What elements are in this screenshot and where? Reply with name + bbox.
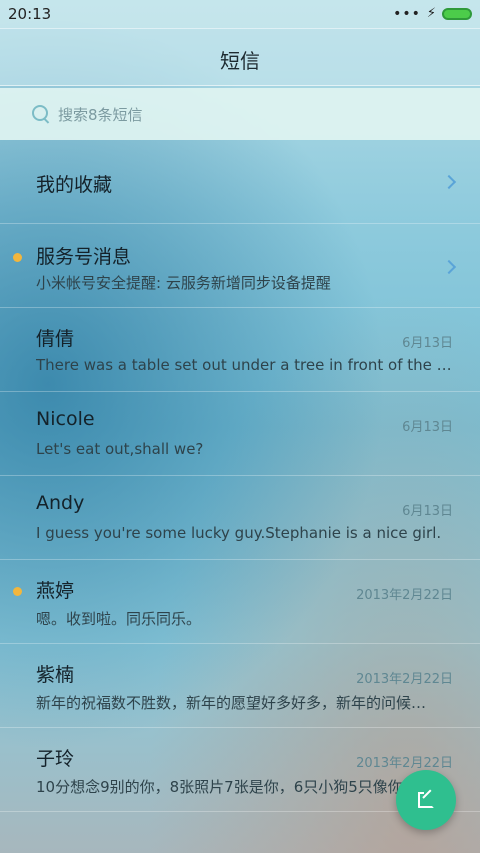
conversation-preview: I guess you're some lucky guy.Stephanie …	[36, 524, 442, 542]
conversation-name: 倩倩	[36, 328, 75, 350]
conversation-name: Andy	[36, 492, 85, 514]
chevron-right-icon	[441, 174, 457, 190]
conversation-preview: There was a table set out under a tree i…	[36, 356, 452, 374]
favorites-label: 我的收藏	[36, 174, 113, 196]
conversation-date: 2013年2月22日	[356, 588, 453, 603]
conversation-preview: 小米帐号安全提醒: 云服务新增同步设备提醒	[36, 274, 331, 292]
conversation-item[interactable]: Andy 6月13日 I guess you're some lucky guy…	[0, 476, 480, 560]
conversation-name: 服务号消息	[36, 246, 132, 268]
unread-dot-icon	[13, 587, 22, 596]
conversation-date: 6月13日	[402, 420, 453, 435]
conversation-name: 燕婷	[36, 580, 75, 602]
conversation-preview: Let's eat out,shall we?	[36, 440, 204, 458]
conversation-item[interactable]: 紫楠 2013年2月22日 新年的祝福数不胜数，新年的愿望好多好多，新年的问候…	[0, 644, 480, 728]
signal-dots-icon: •••	[393, 6, 421, 22]
conversation-preview: 新年的祝福数不胜数，新年的愿望好多好多，新年的问候…	[36, 694, 427, 712]
conversation-date: 2013年2月22日	[356, 672, 453, 687]
conversation-list: 我的收藏 服务号消息 小米帐号安全提醒: 云服务新增同步设备提醒 倩倩 6月13…	[0, 140, 480, 812]
battery-icon	[442, 8, 472, 20]
unread-dot-icon	[13, 253, 22, 262]
status-time: 20:13	[8, 5, 52, 23]
conversation-item[interactable]: 服务号消息 小米帐号安全提醒: 云服务新增同步设备提醒	[0, 224, 480, 308]
status-icons: ••• ⚡	[393, 6, 472, 22]
conversation-preview: 嗯。收到啦。同乐同乐。	[36, 610, 202, 628]
conversation-date: 6月13日	[402, 504, 453, 519]
search-input[interactable]: 搜索8条短信	[58, 104, 143, 125]
compose-icon	[418, 792, 434, 808]
conversation-date: 6月13日	[402, 336, 453, 351]
chevron-right-icon	[441, 259, 457, 275]
page-title: 短信	[220, 49, 260, 73]
conversation-preview: 10分想念9别的你，8张照片7张是你，6只小狗5只像你	[36, 778, 403, 796]
charging-icon: ⚡	[426, 6, 436, 21]
search-bar[interactable]: 搜索8条短信	[0, 88, 480, 140]
compose-button[interactable]	[396, 770, 456, 830]
conversation-item[interactable]: 倩倩 6月13日 There was a table set out under…	[0, 308, 480, 392]
search-icon	[32, 105, 48, 121]
favorites-item[interactable]: 我的收藏	[0, 140, 480, 224]
conversation-name: 紫楠	[36, 664, 75, 686]
conversation-date: 2013年2月22日	[356, 756, 453, 771]
conversation-name: Nicole	[36, 408, 95, 430]
status-bar: 20:13 ••• ⚡	[0, 0, 480, 28]
conversation-name: 子玲	[36, 748, 75, 770]
app-header: 短信	[0, 28, 480, 86]
conversation-item[interactable]: 燕婷 2013年2月22日 嗯。收到啦。同乐同乐。	[0, 560, 480, 644]
conversation-item[interactable]: Nicole 6月13日 Let's eat out,shall we?	[0, 392, 480, 476]
